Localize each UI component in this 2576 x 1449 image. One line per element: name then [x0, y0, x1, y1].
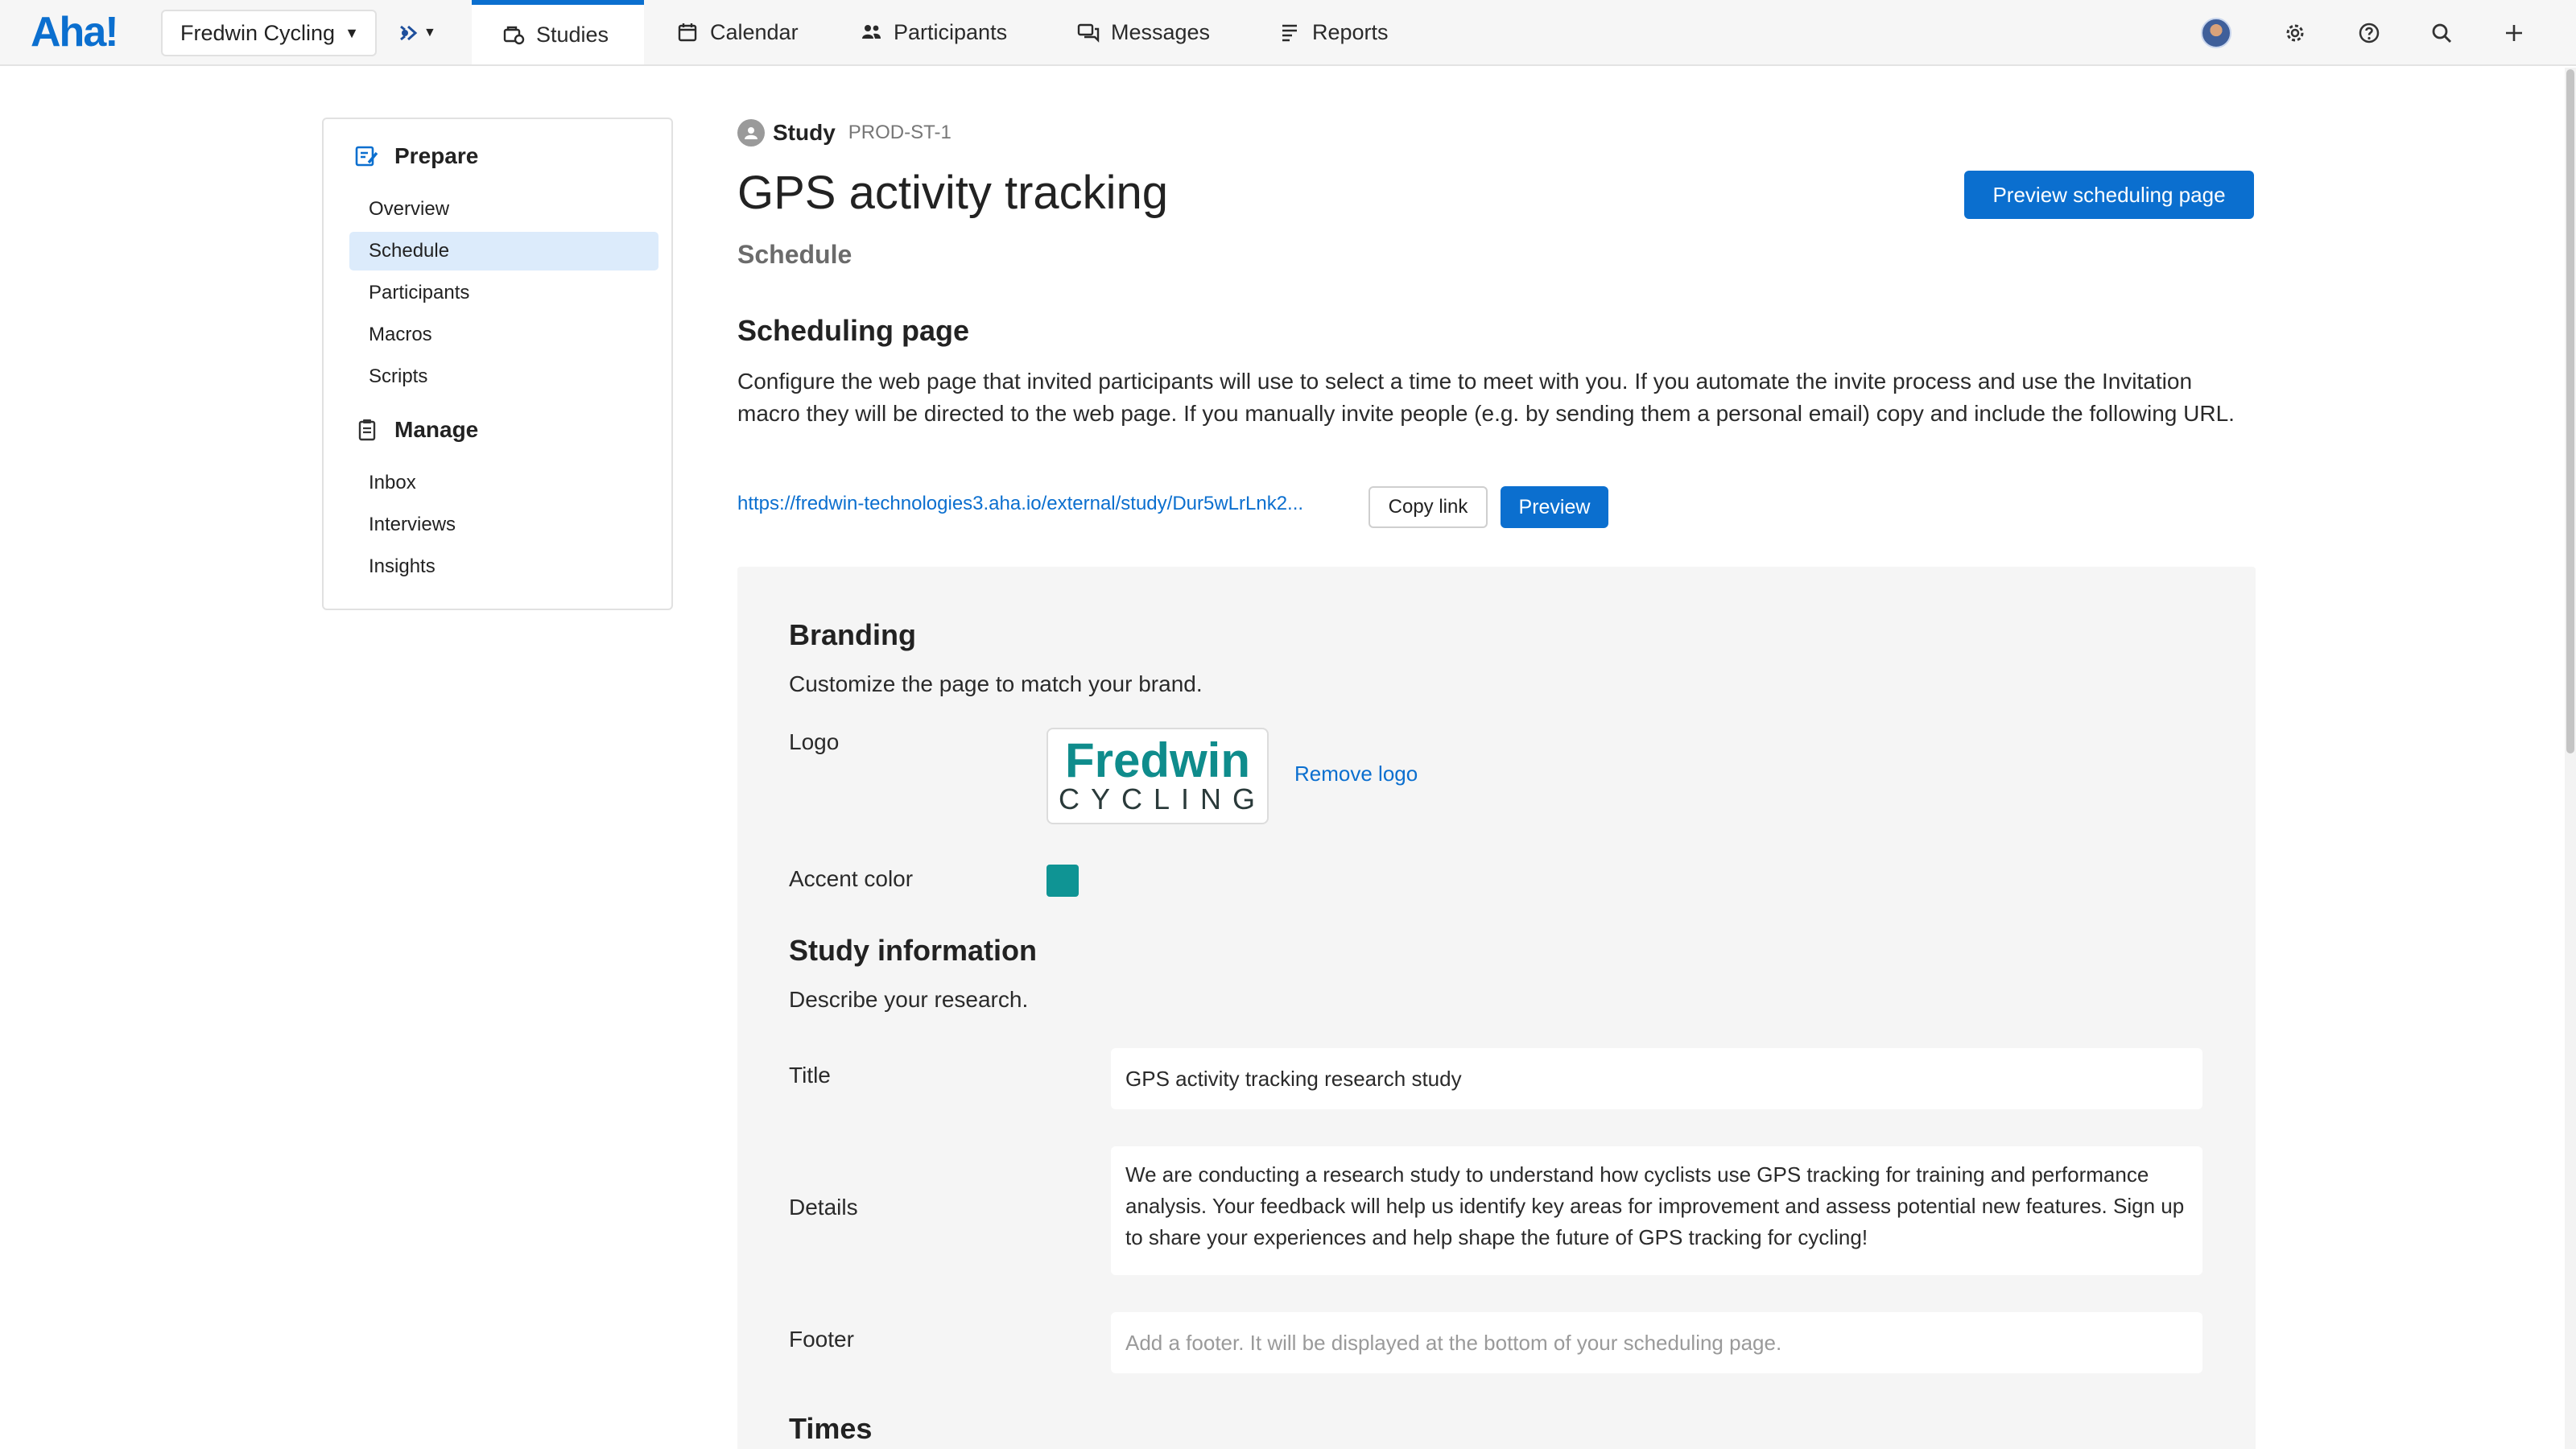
sidebar-section-prepare: Prepare	[354, 143, 478, 169]
workspace-selector[interactable]: Fredwin Cycling ▼	[161, 10, 377, 56]
sidebar-item-participants[interactable]: Participants	[349, 274, 658, 312]
chevron-down-icon: ▼	[345, 24, 359, 41]
participants-icon	[862, 25, 881, 39]
logo-label: Logo	[789, 729, 840, 754]
tab-label: Messages	[1111, 19, 1211, 44]
sidebar-item-macros[interactable]: Macros	[349, 316, 658, 354]
messages-icon	[1077, 23, 1100, 43]
copy-link-button[interactable]: Copy link	[1368, 486, 1488, 528]
title-label: Title	[789, 1063, 831, 1088]
prepare-icon	[355, 146, 378, 167]
tab-calendar[interactable]: Calendar	[676, 0, 799, 64]
remove-logo-link[interactable]: Remove logo	[1294, 762, 1418, 786]
branding-heading: Branding	[789, 618, 916, 651]
study-icon	[737, 119, 765, 147]
record-id: PROD-ST-1	[848, 122, 952, 143]
scheduling-description: Configure the web page that invited part…	[737, 369, 2235, 426]
sidebar-item-interviews[interactable]: Interviews	[349, 506, 658, 544]
sidebar-item-scripts[interactable]: Scripts	[349, 357, 658, 396]
studies-icon	[503, 26, 525, 45]
accent-color-label: Accent color	[789, 866, 914, 891]
sidebar-item-insights[interactable]: Insights	[349, 547, 658, 586]
help-button[interactable]	[2354, 18, 2384, 48]
record-type[interactable]: Study	[773, 120, 836, 146]
search-button[interactable]	[2426, 18, 2457, 48]
tab-studies[interactable]: Studies	[472, 0, 644, 64]
footer-label: Footer	[789, 1327, 854, 1352]
clipboard-icon	[358, 419, 376, 441]
sidebar-item-overview[interactable]: Overview	[349, 190, 658, 229]
details-label: Details	[789, 1195, 858, 1220]
workspace-name: Fredwin Cycling	[180, 20, 336, 45]
add-button[interactable]	[2499, 18, 2529, 48]
tab-label: Studies	[536, 22, 609, 47]
tab-label: Participants	[894, 19, 1008, 44]
study-details-textarea[interactable]: We are conducting a research study to un…	[1111, 1146, 2202, 1275]
gear-icon	[2286, 24, 2304, 42]
page-title: GPS activity tracking	[737, 167, 1169, 219]
calendar-icon	[678, 23, 697, 42]
preview-button[interactable]: Preview	[1501, 486, 1608, 528]
workspace-switcher[interactable]: ▼	[398, 14, 449, 52]
reports-icon	[1282, 24, 1297, 42]
workspace-type-icon	[400, 25, 418, 41]
tab-label: Calendar	[710, 19, 799, 44]
logo-subtext: CYCLING	[1058, 782, 1267, 815]
sidebar-section-title: Manage	[394, 417, 479, 442]
chevron-down-icon: ▼	[423, 26, 436, 39]
help-icon	[2359, 23, 2380, 43]
top-navigation-bar: Aha! Fredwin Cycling ▼ ▼ Studies Calenda…	[0, 0, 2576, 66]
page-scrollbar-thumb[interactable]	[2566, 69, 2574, 753]
search-icon	[2432, 23, 2452, 43]
aha-logo[interactable]: Aha!	[31, 8, 119, 56]
preview-scheduling-page-button[interactable]: Preview scheduling page	[1964, 171, 2254, 219]
tab-label: Reports	[1312, 19, 1389, 44]
plus-icon	[2506, 25, 2522, 41]
brand-logo-image[interactable]: Fredwin CYCLING	[1046, 728, 1269, 824]
user-avatar[interactable]	[2201, 18, 2231, 48]
scheduling-url-link[interactable]: https://fredwin-technologies3.aha.io/ext…	[737, 493, 1303, 515]
scheduling-page-heading: Scheduling page	[737, 314, 970, 347]
sidebar-section-manage: Manage	[354, 417, 478, 443]
sidebar-item-schedule[interactable]: Schedule	[349, 232, 658, 270]
scheduling-settings-panel: Branding Customize the page to match you…	[737, 567, 2256, 1449]
tab-messages[interactable]: Messages	[1077, 0, 1210, 64]
tab-reports[interactable]: Reports	[1278, 0, 1389, 64]
times-heading: Times	[789, 1412, 873, 1445]
study-information-description: Describe your research.	[789, 987, 1029, 1012]
study-title-input[interactable]: GPS activity tracking research study	[1111, 1048, 2202, 1109]
breadcrumb: Study PROD-ST-1	[737, 119, 952, 147]
study-information-heading: Study information	[789, 934, 1037, 967]
tab-participants[interactable]: Participants	[860, 0, 1007, 64]
study-footer-input[interactable]: Add a footer. It will be displayed at th…	[1111, 1312, 2202, 1373]
branding-description: Customize the page to match your brand.	[789, 671, 1203, 696]
study-sidebar: Prepare Overview Schedule Participants M…	[322, 118, 673, 610]
page-subtitle: Schedule	[737, 240, 852, 269]
sidebar-item-inbox[interactable]: Inbox	[349, 464, 658, 502]
logo-wordmark: Fredwin	[1064, 733, 1250, 787]
accent-color-swatch[interactable]	[1046, 865, 1079, 897]
sidebar-section-title: Prepare	[394, 143, 479, 168]
settings-button[interactable]	[2280, 18, 2310, 48]
